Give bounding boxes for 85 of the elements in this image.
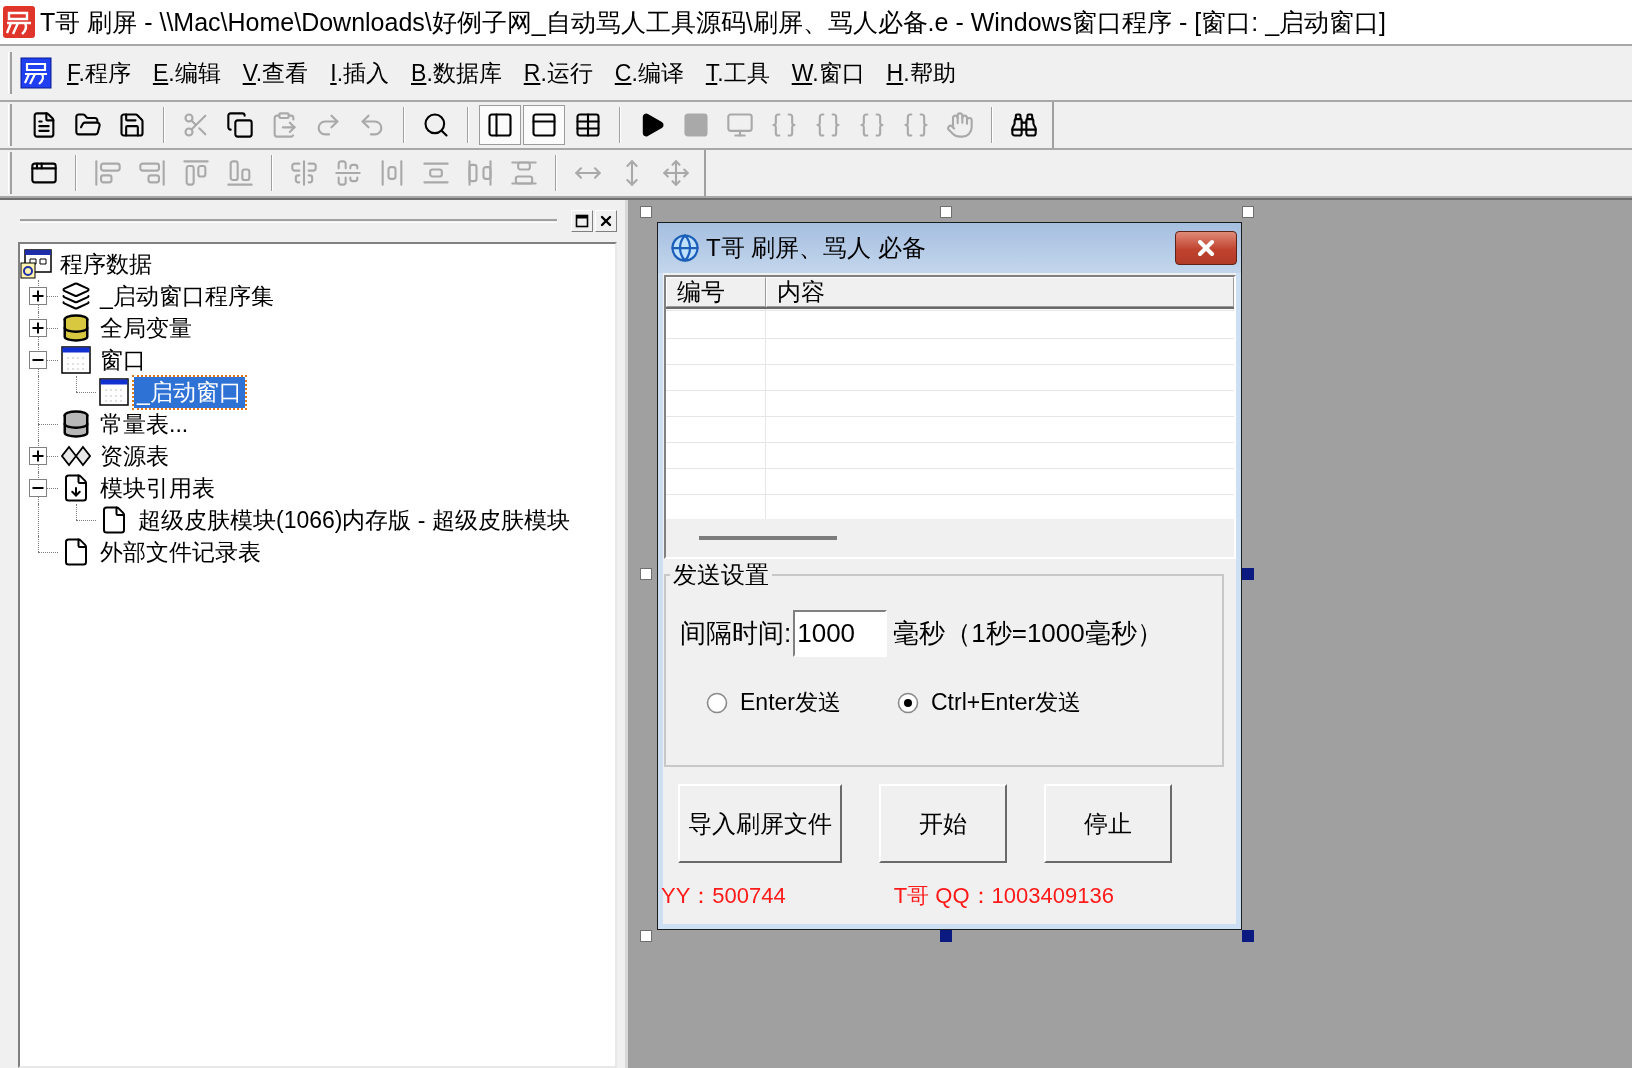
menu-item[interactable]: V.查看	[235, 53, 316, 93]
resize-handle[interactable]	[1242, 568, 1254, 580]
window-icon	[61, 346, 91, 374]
space-vertical-icon	[510, 159, 538, 187]
tree-item[interactable]: 外部文件记录表	[100, 536, 261, 568]
menu-item[interactable]: H.帮助	[879, 53, 963, 93]
menu-item[interactable]: W.窗口	[784, 53, 872, 93]
contact-text: YY：500744	[661, 882, 786, 910]
diamonds-icon	[61, 445, 91, 467]
table-icon	[574, 111, 602, 139]
layers-icon	[61, 281, 91, 311]
align-bottom-icon	[226, 159, 254, 187]
minus-box-icon[interactable]	[29, 479, 47, 497]
column-header[interactable]: 内容	[766, 277, 1234, 307]
column-header[interactable]: 编号	[666, 277, 766, 307]
binoculars-icon	[1010, 111, 1038, 139]
resize-handle[interactable]	[940, 930, 952, 942]
hand-icon	[946, 111, 974, 139]
align-center-icon	[290, 159, 318, 187]
menu-item[interactable]: F.程序	[60, 53, 138, 93]
interval-input[interactable]: 1000	[793, 609, 888, 657]
form-button[interactable]: 导入刷屏文件	[678, 784, 842, 863]
menu-item[interactable]: C.编译	[607, 53, 691, 93]
radio-option[interactable]: Enter发送	[706, 687, 841, 718]
plus-box-icon[interactable]	[29, 319, 47, 337]
four-arrows-icon	[662, 159, 690, 187]
align-top-icon	[182, 159, 210, 187]
resize-handle[interactable]	[1242, 206, 1254, 218]
plus-box-icon[interactable]	[29, 447, 47, 465]
resize-handle[interactable]	[640, 568, 652, 580]
resize-handle[interactable]	[1242, 930, 1254, 942]
tree-item[interactable]: 全局变量	[100, 312, 192, 344]
close-button[interactable]	[1175, 231, 1237, 265]
resize-handle[interactable]	[640, 206, 652, 218]
group-title: 发送设置	[672, 560, 770, 590]
window-title: T哥 刷屏 - \\Mac\Home\Downloads\好例子网_自动骂人工具源码\刷屏、骂人必备.e - Windows窗口程序 - [窗口: _启动窗口]	[40, 6, 1386, 38]
braces-icon	[814, 111, 842, 139]
form-button[interactable]: 停止	[1044, 784, 1172, 863]
window-icon	[575, 214, 589, 228]
form-button[interactable]: 开始	[879, 784, 1007, 863]
layout-button[interactable]	[479, 105, 521, 145]
plus-box-icon[interactable]	[29, 287, 47, 305]
space-horizontal-icon	[466, 159, 494, 187]
radio-option[interactable]: Ctrl+Enter发送	[897, 687, 1082, 718]
layout-button[interactable]	[523, 105, 565, 145]
close-icon	[598, 213, 614, 229]
align-right-icon	[138, 159, 166, 187]
minus-box-icon[interactable]	[29, 351, 47, 369]
stop-icon	[682, 111, 710, 139]
menu-item[interactable]: E.编辑	[145, 53, 228, 93]
menu-logo-icon	[20, 57, 52, 89]
monitor-icon	[726, 111, 754, 139]
menu-item[interactable]: T.工具	[698, 53, 777, 93]
tree-item[interactable]: 超级皮肤模块(1066)内存版 - 超级皮肤模块	[138, 504, 570, 536]
search-icon	[422, 111, 450, 139]
tree-item[interactable]: _启动窗口程序集	[100, 280, 274, 312]
braces-icon	[858, 111, 886, 139]
contact-text: T哥 QQ：1003409136	[893, 882, 1114, 910]
panel-top-icon	[530, 111, 558, 139]
braces-icon	[902, 111, 930, 139]
window-icon	[99, 378, 129, 406]
tree-item[interactable]: 资源表	[100, 440, 169, 472]
menu-item[interactable]: B.数据库	[404, 53, 509, 93]
tree-item[interactable]: 窗口	[100, 344, 146, 376]
form-title: T哥 刷屏、骂人 必备	[706, 233, 927, 263]
globe-icon	[670, 233, 700, 263]
tree-item[interactable]: 常量表...	[100, 408, 189, 440]
resize-handle[interactable]	[940, 206, 952, 218]
resize-handle[interactable]	[640, 930, 652, 942]
database-icon	[61, 313, 91, 343]
menu-item[interactable]: R.运行	[516, 53, 600, 93]
restore-button[interactable]	[571, 210, 593, 232]
copy-icon	[226, 111, 254, 139]
tree-item[interactable]: 模块引用表	[100, 472, 215, 504]
braces-icon	[770, 111, 798, 139]
tree-item[interactable]: _启动窗口	[134, 376, 245, 408]
unit-text: 毫秒（1秒=1000毫秒）	[893, 616, 1163, 650]
tree-item[interactable]: 程序数据	[60, 248, 152, 280]
align-middle-icon	[334, 159, 362, 187]
scrollbar-thumb[interactable]	[699, 536, 837, 540]
field-label: 间隔时间:	[680, 616, 792, 650]
align-left-icon	[94, 159, 122, 187]
panel-left-icon	[486, 111, 514, 139]
database-icon	[61, 409, 91, 439]
menu-item[interactable]: I.插入	[323, 53, 397, 93]
